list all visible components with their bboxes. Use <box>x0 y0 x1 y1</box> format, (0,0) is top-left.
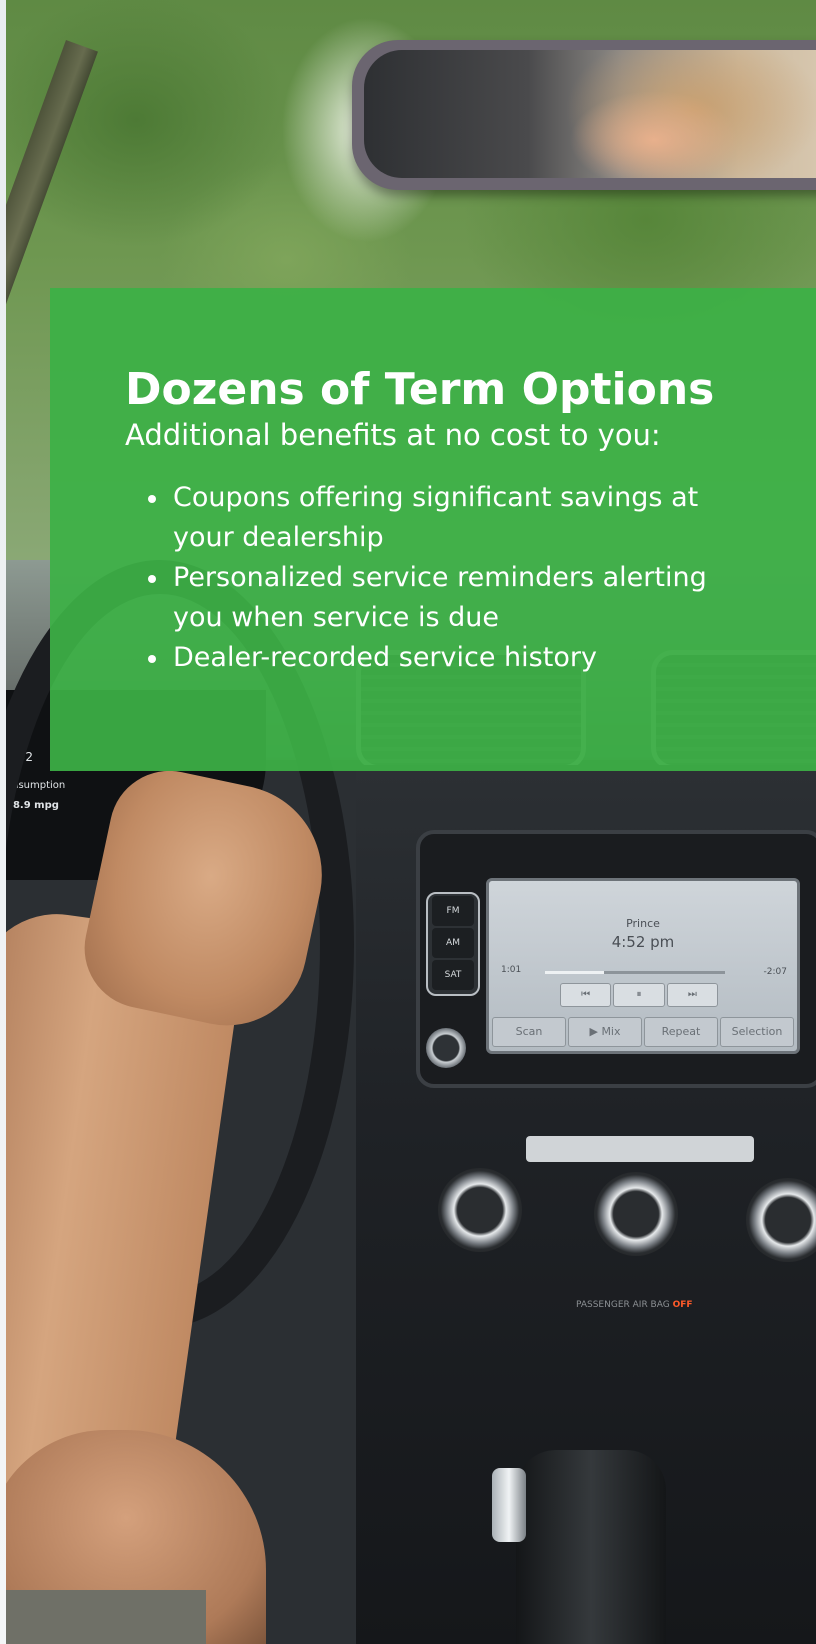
background-photo: FM AM SAT Prince 4:52 pm 1:01 -2:07 ⏮ ⏸ … <box>6 0 816 1644</box>
panel-subheading: Additional benefits at no cost to you: <box>125 418 661 452</box>
radio-am-button: AM <box>432 928 474 958</box>
airbag-status: OFF <box>672 1300 693 1310</box>
gear-shifter <box>516 1450 666 1644</box>
radio-fm-button: FM <box>432 896 474 926</box>
screen-softkeys: Scan ▶ Mix Repeat Selection <box>491 1017 795 1047</box>
page-edge <box>0 0 6 1644</box>
benefit-item: Dealer-recorded service history <box>148 638 708 678</box>
screen-progress-bar <box>545 971 725 974</box>
power-knob <box>426 1028 466 1068</box>
repeat-softkey: Repeat <box>644 1017 718 1047</box>
screen-progress-fill <box>545 971 605 974</box>
shifter-chrome-trim <box>492 1468 526 1542</box>
benefit-text: Personalized service reminders alerting … <box>173 562 707 633</box>
radio-band-buttons: FM AM SAT <box>426 892 480 996</box>
screen-remaining: -2:07 <box>763 967 787 977</box>
radio-sat-button: SAT <box>432 960 474 990</box>
climate-knob-left <box>438 1168 522 1252</box>
selection-softkey: Selection <box>720 1017 794 1047</box>
screen-playback-controls: ⏮ ⏸ ⏭ <box>559 983 719 1007</box>
benefits-panel: Dozens of Term Options Additional benefi… <box>50 288 816 771</box>
climate-knob-center <box>594 1172 678 1256</box>
bullet-icon <box>148 655 156 663</box>
pause-icon: ⏸ <box>613 983 665 1007</box>
radio-screen: Prince 4:52 pm 1:01 -2:07 ⏮ ⏸ ⏭ Scan ▶ M… <box>486 878 800 1054</box>
benefit-text: Dealer-recorded service history <box>173 642 597 673</box>
next-track-icon: ⏭ <box>666 983 718 1007</box>
scan-softkey: Scan <box>492 1017 566 1047</box>
bullet-icon <box>148 495 156 503</box>
panel-heading: Dozens of Term Options <box>125 364 715 415</box>
driver-shorts <box>6 1590 206 1644</box>
benefit-item: Personalized service reminders alerting … <box>148 558 708 638</box>
previous-track-icon: ⏮ <box>560 983 612 1007</box>
benefit-text: Coupons offering significant savings at … <box>173 482 699 553</box>
airbag-indicator: PASSENGER AIR BAG OFF <box>576 1300 693 1310</box>
climate-button-bar <box>526 1136 754 1162</box>
screen-elapsed: 1:01 <box>501 965 522 975</box>
screen-time: 4:52 pm <box>611 933 675 951</box>
mix-softkey: ▶ Mix <box>568 1017 642 1047</box>
screen-artist: Prince <box>626 917 660 930</box>
mirror-reflection <box>364 50 816 178</box>
benefit-item: Coupons offering significant savings at … <box>148 478 708 558</box>
benefits-list: Coupons offering significant savings at … <box>148 478 708 678</box>
bullet-icon <box>148 575 156 583</box>
airbag-label: PASSENGER AIR BAG <box>576 1300 670 1310</box>
rearview-mirror <box>352 40 816 190</box>
